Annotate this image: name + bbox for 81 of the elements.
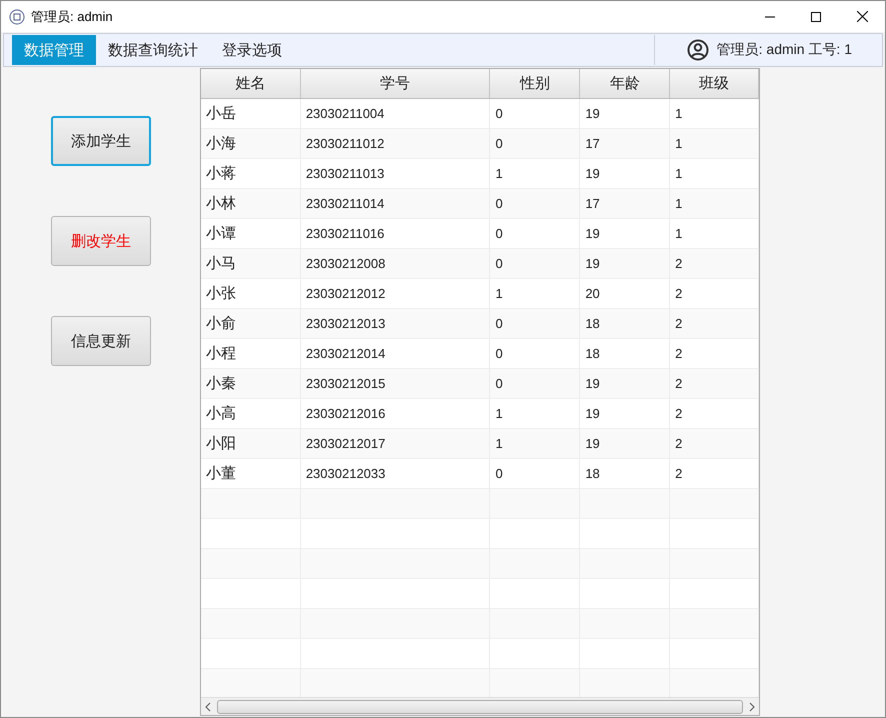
table-cell: 2 (670, 339, 759, 368)
close-icon[interactable] (856, 11, 868, 22)
column-header[interactable]: 性别 (490, 69, 580, 98)
table-cell: 小董 (201, 459, 301, 488)
table-cell: 1 (670, 99, 759, 128)
table-cell: 0 (490, 369, 580, 398)
table-cell: 19 (580, 249, 670, 278)
table-cell: 小俞 (201, 309, 301, 338)
table-cell: 1 (670, 159, 759, 188)
table-cell: 23030212014 (300, 339, 490, 368)
table-cell: 23030212015 (300, 369, 490, 398)
table-cell: 小马 (201, 249, 301, 278)
table-cell: 2 (670, 459, 759, 488)
table-cell: 23030212017 (300, 429, 490, 458)
menu-item[interactable]: 数据查询统计 (96, 35, 210, 65)
table-cell: 0 (490, 309, 580, 338)
table-cell: 小林 (201, 189, 301, 218)
table-cell: 23030212016 (300, 399, 490, 428)
table-cell: 0 (490, 129, 580, 158)
table-cell: 小秦 (201, 369, 301, 398)
table-cell: 23030211004 (300, 99, 490, 128)
table-cell: 23030212033 (300, 459, 490, 488)
table-cell: 小阳 (201, 429, 301, 458)
table-cell: 19 (580, 219, 670, 248)
table-cell: 2 (670, 399, 759, 428)
table-cell: 0 (490, 339, 580, 368)
table-cell: 1 (490, 279, 580, 308)
table-cell: 2 (670, 309, 759, 338)
table-cell: 19 (580, 369, 670, 398)
table-cell: 23030211014 (300, 189, 490, 218)
table-cell: 17 (580, 129, 670, 158)
window-title: 管理员: admin (31, 8, 114, 26)
table-cell: 小张 (201, 279, 301, 308)
table-cell: 2 (670, 369, 759, 398)
table-cell: 18 (580, 309, 670, 338)
table-cell: 1 (670, 219, 759, 248)
table-cell: 1 (670, 189, 759, 218)
table-cell: 23030211013 (300, 159, 490, 188)
table-cell: 小高 (201, 399, 301, 428)
user-label: 管理员: admin 工号: 1 (716, 41, 852, 59)
table-cell: 18 (580, 459, 670, 488)
table-cell: 0 (490, 219, 580, 248)
table-cell: 0 (490, 189, 580, 218)
table-cell: 1 (670, 129, 759, 158)
table-cell: 2 (670, 429, 759, 458)
table-cell: 1 (490, 399, 580, 428)
column-header[interactable]: 年龄 (580, 69, 670, 98)
table-cell: 17 (580, 189, 670, 218)
table-cell: 0 (490, 249, 580, 278)
table-cell: 23030212008 (300, 249, 490, 278)
table-cell: 19 (580, 399, 670, 428)
column-header[interactable]: 学号 (300, 69, 490, 98)
table-cell: 0 (490, 99, 580, 128)
app-logo-icon (9, 8, 25, 24)
table-cell: 23030212012 (300, 279, 490, 308)
action-button[interactable]: 添加学生 (51, 116, 151, 166)
column-header[interactable]: 姓名 (201, 69, 301, 98)
table-cell: 23030211016 (300, 219, 490, 248)
table-cell: 2 (670, 279, 759, 308)
maximize-icon[interactable] (811, 12, 821, 22)
table-cell: 19 (580, 159, 670, 188)
table-cell: 小程 (201, 339, 301, 368)
action-button[interactable]: 信息更新 (51, 316, 151, 366)
horizontal-scrollbar[interactable] (201, 697, 759, 715)
table-cell: 0 (490, 459, 580, 488)
table-cell: 1 (490, 159, 580, 188)
table-cell: 小岳 (201, 99, 301, 128)
table-cell: 19 (580, 99, 670, 128)
table-cell: 小海 (201, 129, 301, 158)
column-header[interactable]: 班级 (670, 69, 760, 98)
table-cell: 19 (580, 429, 670, 458)
table-cell: 小谭 (201, 219, 301, 248)
menu-item[interactable]: 登录选项 (210, 35, 294, 65)
table-cell: 18 (580, 339, 670, 368)
table-cell: 小蒋 (201, 159, 301, 188)
table-cell: 2 (670, 249, 759, 278)
table-cell: 1 (490, 429, 580, 458)
user-icon (686, 39, 709, 61)
table-cell: 23030211012 (300, 129, 490, 158)
table-cell: 20 (580, 279, 670, 308)
table-cell: 23030212013 (300, 309, 490, 338)
